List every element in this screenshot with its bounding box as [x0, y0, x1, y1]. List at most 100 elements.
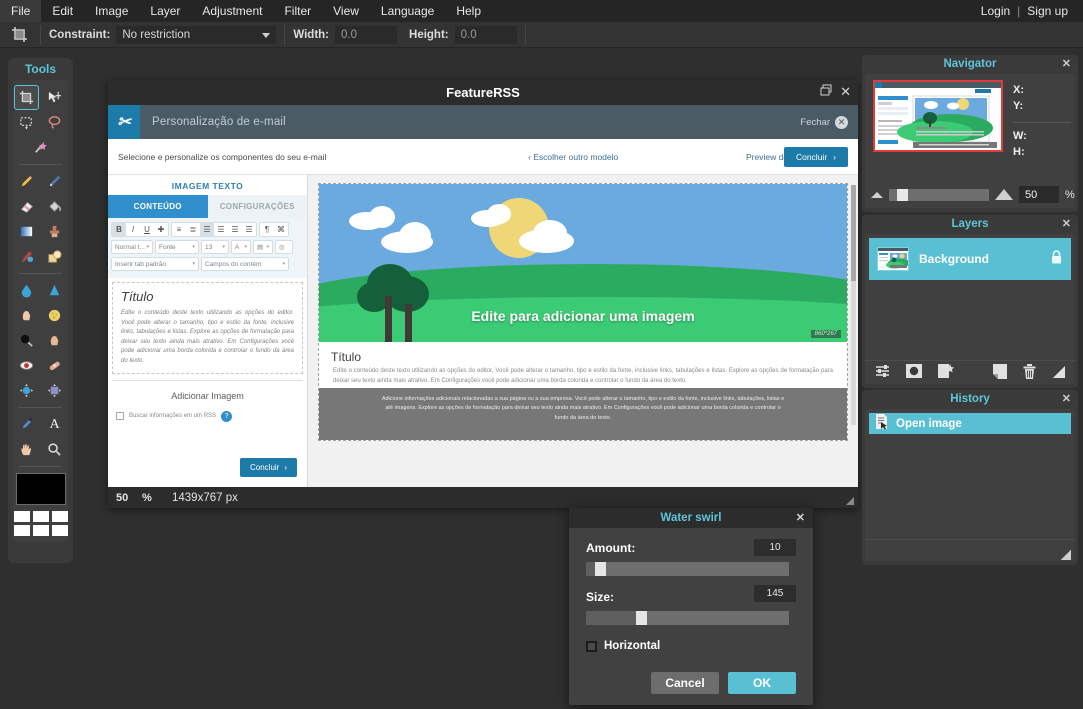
- constraint-select[interactable]: No restriction: [116, 26, 276, 44]
- clear-format-button[interactable]: ✚: [154, 223, 168, 236]
- cancel-button[interactable]: Cancel: [651, 672, 719, 694]
- pencil-tool-icon[interactable]: [14, 169, 39, 194]
- finger-tool-icon[interactable]: [42, 328, 67, 353]
- choose-template-link[interactable]: ‹ Escolher outro modelo: [528, 152, 618, 162]
- palette-cell[interactable]: [14, 525, 30, 536]
- menu-item-layer[interactable]: Layer: [139, 0, 191, 22]
- clone-stamp-tool-icon[interactable]: [42, 219, 67, 244]
- sharpen-tool-icon[interactable]: [42, 278, 67, 303]
- resize-grip-icon[interactable]: [1060, 547, 1071, 558]
- menu-item-adjustment[interactable]: Adjustment: [191, 0, 273, 22]
- palette-cell[interactable]: [52, 511, 68, 522]
- mask-icon[interactable]: [906, 364, 922, 381]
- navigator-zoom-slider[interactable]: [889, 189, 989, 201]
- close-icon[interactable]: ✕: [840, 84, 851, 100]
- paint-bucket-tool-icon[interactable]: [42, 194, 67, 219]
- tab-conteudo[interactable]: CONTEÚDO: [108, 195, 208, 218]
- menu-item-view[interactable]: View: [322, 0, 370, 22]
- horizontal-checkbox-row[interactable]: Horizontal: [586, 640, 796, 652]
- hero-image[interactable]: Edite para adicionar uma imagem 860*267: [319, 184, 847, 342]
- indent-button[interactable]: ⌘: [274, 223, 288, 236]
- hand-tool-icon[interactable]: [14, 437, 39, 462]
- palette-cell[interactable]: [14, 511, 30, 522]
- magic-wand-tool-icon[interactable]: [28, 135, 53, 160]
- menu-item-filter[interactable]: Filter: [273, 0, 322, 22]
- delete-layer-icon[interactable]: [1023, 364, 1036, 382]
- close-icon[interactable]: ✕: [1062, 55, 1071, 74]
- email-close-button[interactable]: Fechar ✕: [800, 116, 848, 129]
- navigator-zoom-value[interactable]: 50: [1019, 186, 1059, 203]
- align-justify-button[interactable]: ☰: [242, 223, 256, 236]
- zoom-tool-icon[interactable]: [42, 437, 67, 462]
- resize-grip-icon[interactable]: [845, 496, 855, 506]
- text-tool-icon[interactable]: A: [42, 412, 67, 437]
- brush-tool-icon[interactable]: [42, 169, 67, 194]
- size-slider[interactable]: [586, 611, 789, 625]
- restore-window-icon[interactable]: [820, 84, 832, 100]
- amount-input[interactable]: 10: [754, 539, 796, 556]
- eyedropper-tool-icon[interactable]: [14, 412, 39, 437]
- resize-grip-icon[interactable]: [1052, 365, 1065, 381]
- align-right-button[interactable]: ☰: [228, 223, 242, 236]
- palette-cell[interactable]: [33, 511, 49, 522]
- menu-item-edit[interactable]: Edit: [41, 0, 84, 22]
- palette-cell[interactable]: [52, 525, 68, 536]
- lasso-tool-icon[interactable]: [42, 110, 67, 135]
- paragraph-style-select[interactable]: Normal t...▾: [111, 240, 153, 254]
- burn-tool-icon[interactable]: [14, 328, 39, 353]
- lock-icon[interactable]: [1050, 250, 1063, 268]
- pinch-tool-icon[interactable]: [42, 378, 67, 403]
- size-slider-thumb[interactable]: [636, 611, 647, 625]
- ok-button[interactable]: OK: [728, 672, 796, 694]
- amount-slider[interactable]: [586, 562, 789, 576]
- color-palette[interactable]: [14, 511, 68, 536]
- help-icon[interactable]: ?: [221, 411, 232, 422]
- horizontal-checkbox[interactable]: [586, 641, 597, 652]
- editor-text-area[interactable]: Título Edite o conteúdo deste texto util…: [112, 282, 303, 374]
- eraser-tool-icon[interactable]: [14, 194, 39, 219]
- email-preview-card[interactable]: Edite para adicionar uma imagem 860*267 …: [318, 183, 848, 441]
- image-canvas[interactable]: ✂ Personalização de e-mail Fechar ✕ Sele…: [108, 105, 858, 487]
- font-size-select[interactable]: 13▾: [201, 240, 229, 254]
- amount-slider-thumb[interactable]: [595, 562, 606, 576]
- rss-checkbox[interactable]: [116, 412, 124, 420]
- layer-row-background[interactable]: Background: [869, 238, 1071, 280]
- heal-tool-icon[interactable]: [42, 353, 67, 378]
- close-icon[interactable]: ✕: [796, 508, 805, 528]
- navigator-thumbnail[interactable]: [873, 80, 1003, 152]
- merge-fields-select[interactable]: Campos do contém▾: [201, 257, 289, 271]
- link-button[interactable]: ◎: [275, 240, 293, 254]
- bloat-tool-icon[interactable]: [14, 378, 39, 403]
- preview-scrollbar[interactable]: [851, 185, 856, 425]
- image-window-titlebar[interactable]: FeatureRSS ✕: [108, 80, 858, 105]
- width-input[interactable]: 0.0: [335, 26, 397, 44]
- red-eye-tool-icon[interactable]: [14, 353, 39, 378]
- align-center-button[interactable]: ☰: [214, 223, 228, 236]
- insert-default-select[interactable]: Inserir tab padrão▾: [111, 257, 199, 271]
- shape-tool-icon[interactable]: [42, 244, 67, 269]
- zoom-out-icon[interactable]: [871, 192, 883, 198]
- highlight-color-select[interactable]: ▤▾: [253, 240, 273, 254]
- height-input[interactable]: 0.0: [455, 26, 517, 44]
- bullet-list-button[interactable]: ≡: [172, 223, 186, 236]
- align-left-button[interactable]: ☰: [200, 223, 214, 236]
- sponge-tool-icon[interactable]: [42, 303, 67, 328]
- dialog-titlebar[interactable]: Water swirl ✕: [569, 508, 813, 528]
- menu-item-image[interactable]: Image: [84, 0, 139, 22]
- effects-icon[interactable]: [938, 364, 954, 381]
- italic-button[interactable]: I: [126, 223, 140, 236]
- smudge-tool-icon[interactable]: [14, 244, 39, 269]
- font-family-select[interactable]: Fonte▾: [155, 240, 199, 254]
- gradient-tool-icon[interactable]: [14, 219, 39, 244]
- size-input[interactable]: 145: [754, 585, 796, 602]
- foreground-color-swatch[interactable]: [16, 473, 66, 505]
- menu-item-language[interactable]: Language: [370, 0, 445, 22]
- rectangle-select-tool-icon[interactable]: [14, 110, 39, 135]
- text-color-select[interactable]: A▾: [231, 240, 251, 254]
- signup-link[interactable]: Sign up: [1020, 0, 1075, 22]
- menu-item-file[interactable]: File: [0, 0, 41, 22]
- crop-tool-icon[interactable]: [14, 85, 39, 110]
- blur-tool-icon[interactable]: [14, 278, 39, 303]
- concluir-bottom-button[interactable]: Concluir ›: [240, 458, 297, 477]
- menu-item-help[interactable]: Help: [445, 0, 492, 22]
